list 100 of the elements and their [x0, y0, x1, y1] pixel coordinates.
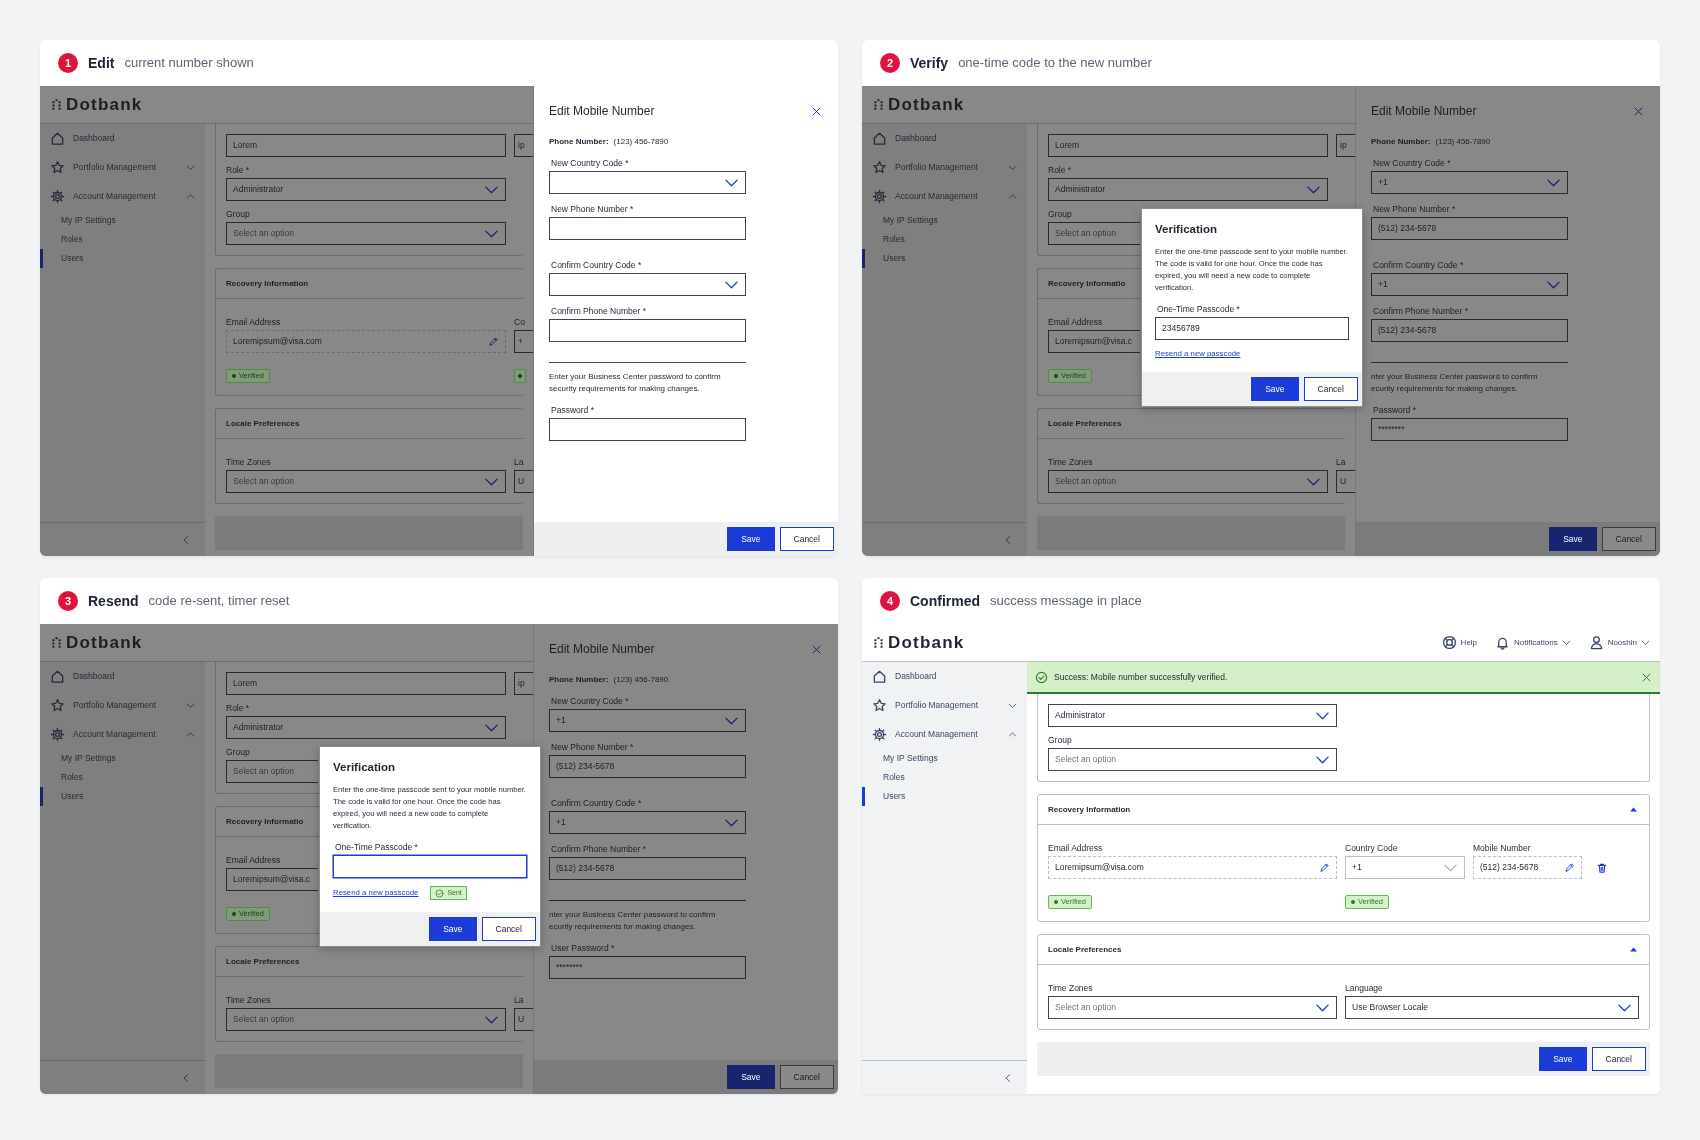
text-field[interactable]: Loremipsum@visa.com: [1048, 856, 1337, 879]
chevron-up-icon[interactable]: [186, 730, 195, 739]
nav-subitem[interactable]: Roles: [862, 230, 1027, 249]
text-field[interactable]: (512) 234-5678: [549, 857, 746, 880]
select-field[interactable]: +1: [549, 709, 746, 732]
nav-subitem[interactable]: My IP Settings: [862, 749, 1027, 768]
nav-item[interactable]: Account Management: [40, 720, 205, 749]
select-field[interactable]: +1: [549, 811, 746, 834]
nav-item[interactable]: Portfolio Management: [40, 153, 205, 182]
password-field[interactable]: [549, 418, 746, 441]
select-field[interactable]: [549, 273, 746, 296]
pencil-icon[interactable]: [488, 336, 499, 347]
text-field[interactable]: U: [514, 470, 534, 493]
secondary-button[interactable]: Cancel: [779, 1065, 834, 1089]
header-menu-button[interactable]: Help: [1441, 635, 1478, 650]
primary-button[interactable]: Save: [429, 917, 477, 942]
caret-up-icon[interactable]: [1628, 944, 1639, 955]
chevron-left-icon[interactable]: [181, 534, 191, 545]
select-field[interactable]: Select an option: [1048, 748, 1337, 771]
nav-item[interactable]: Account Management: [862, 720, 1027, 749]
select-field[interactable]: Administrator: [1048, 178, 1328, 201]
nav-item[interactable]: Portfolio Management: [862, 153, 1027, 182]
select-field[interactable]: Select an option: [226, 760, 318, 783]
nav-item[interactable]: Dashboard: [40, 662, 205, 691]
close-icon[interactable]: [811, 643, 822, 655]
select-field[interactable]: Administrator: [1048, 704, 1337, 727]
select-field[interactable]: +1: [1371, 273, 1568, 296]
text-field[interactable]: ip: [514, 134, 534, 157]
nav-subitem[interactable]: Users: [862, 249, 1027, 268]
nav-item[interactable]: Dashboard: [862, 662, 1027, 691]
nav-subitem[interactable]: Users: [862, 787, 1027, 806]
chevron-up-icon[interactable]: [1008, 192, 1017, 201]
text-field[interactable]: U: [1336, 470, 1356, 493]
nav-item[interactable]: Portfolio Management: [40, 691, 205, 720]
text-field[interactable]: [549, 319, 746, 342]
text-field[interactable]: U: [514, 1008, 534, 1031]
text-field[interactable]: Lorem: [226, 134, 506, 157]
select-field[interactable]: Select an option: [226, 1008, 506, 1031]
password-field[interactable]: ********: [549, 956, 746, 979]
select-field[interactable]: Administrator: [226, 178, 506, 201]
text-field[interactable]: (512) 234-5678: [1371, 319, 1568, 342]
text-field[interactable]: (512) 234-5678: [1371, 217, 1568, 240]
passcode-field[interactable]: 23456789: [1155, 317, 1349, 341]
nav-subitem[interactable]: My IP Settings: [862, 211, 1027, 230]
text-field[interactable]: Lorem: [1048, 134, 1328, 157]
select-field[interactable]: +1: [1371, 171, 1568, 194]
secondary-button[interactable]: Cancel: [1601, 527, 1656, 551]
text-field[interactable]: (512) 234-5678: [549, 755, 746, 778]
nav-subitem[interactable]: Users: [40, 249, 205, 268]
text-field[interactable]: Lorem: [226, 672, 506, 695]
chevron-down-icon[interactable]: [1008, 701, 1017, 710]
text-field[interactable]: Loremipsum@visa.com: [226, 330, 506, 353]
secondary-button[interactable]: Cancel: [1303, 376, 1358, 401]
select-field[interactable]: Select an option: [226, 470, 506, 493]
passcode-field[interactable]: [333, 855, 527, 879]
pencil-icon[interactable]: [1319, 862, 1330, 873]
close-icon[interactable]: [1633, 105, 1644, 117]
trash-icon[interactable]: [1596, 861, 1608, 874]
primary-button[interactable]: Save: [1539, 1047, 1587, 1071]
header-menu-button[interactable]: Nooshin: [1588, 635, 1650, 650]
select-field[interactable]: Select an option: [226, 222, 506, 245]
text-field[interactable]: Loremipsum@visa.c: [1048, 330, 1140, 353]
primary-button[interactable]: Save: [1251, 376, 1299, 401]
text-field[interactable]: Loremipsum@visa.c: [226, 868, 318, 891]
primary-button[interactable]: Save: [727, 1065, 775, 1089]
select-field[interactable]: Select an option: [1048, 222, 1140, 245]
select-field[interactable]: Administrator: [226, 716, 506, 739]
text-field[interactable]: (512) 234-5678: [1473, 856, 1582, 879]
close-icon[interactable]: [811, 105, 822, 117]
text-field[interactable]: ip: [514, 672, 534, 695]
caret-up-icon[interactable]: [1628, 804, 1639, 815]
nav-subitem[interactable]: My IP Settings: [40, 211, 205, 230]
text-field[interactable]: ip: [1336, 134, 1356, 157]
nav-item[interactable]: Dashboard: [862, 124, 1027, 153]
nav-item[interactable]: Account Management: [40, 182, 205, 211]
nav-subitem[interactable]: Roles: [862, 768, 1027, 787]
nav-subitem[interactable]: Users: [40, 787, 205, 806]
select-field[interactable]: Select an option: [1048, 470, 1328, 493]
chevron-up-icon[interactable]: [186, 192, 195, 201]
secondary-button[interactable]: Cancel: [1591, 1047, 1646, 1071]
select-field[interactable]: Use Browser Locale: [1345, 996, 1639, 1019]
select-field[interactable]: [549, 171, 746, 194]
chevron-left-icon[interactable]: [1003, 534, 1013, 545]
primary-button[interactable]: Save: [727, 527, 775, 551]
secondary-button[interactable]: Cancel: [779, 527, 834, 551]
pencil-icon[interactable]: [1564, 862, 1575, 873]
chevron-left-icon[interactable]: [181, 1072, 191, 1083]
text-field[interactable]: +: [514, 330, 534, 353]
chevron-left-icon[interactable]: [1003, 1072, 1013, 1083]
text-field[interactable]: [549, 217, 746, 240]
chevron-up-icon[interactable]: [1008, 730, 1017, 739]
select-field[interactable]: Select an option: [1048, 996, 1337, 1019]
header-menu-button[interactable]: Notifications: [1495, 635, 1571, 650]
nav-item[interactable]: Account Management: [862, 182, 1027, 211]
nav-item[interactable]: Portfolio Management: [862, 691, 1027, 720]
nav-item[interactable]: Dashboard: [40, 124, 205, 153]
password-field[interactable]: ********: [1371, 418, 1568, 441]
secondary-button[interactable]: Cancel: [481, 917, 536, 942]
primary-button[interactable]: Save: [1549, 527, 1597, 551]
close-icon[interactable]: [1641, 671, 1652, 683]
